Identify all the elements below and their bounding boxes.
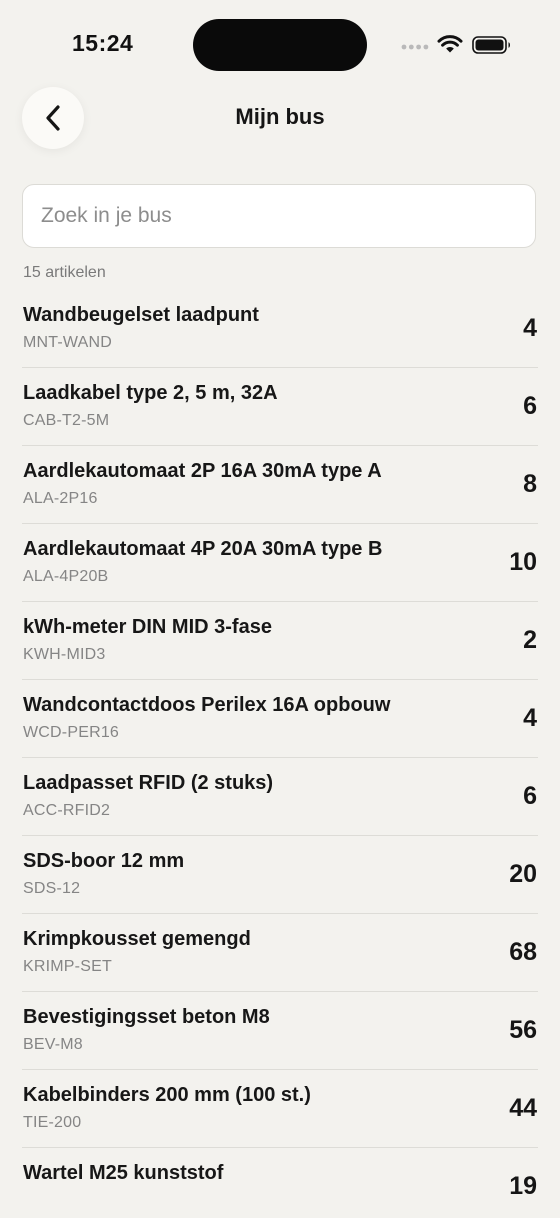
list-item[interactable]: Wandbeugelset laadpunt MNT-WAND 4 bbox=[22, 289, 538, 367]
list-item[interactable]: Laadkabel type 2, 5 m, 32A CAB-T2-5M 6 bbox=[22, 367, 538, 445]
item-count-label: 15 artikelen bbox=[23, 264, 106, 281]
item-name: Aardlekautomaat 4P 20A 30mA type B bbox=[23, 538, 383, 560]
item-sku: KWH-MID3 bbox=[23, 646, 106, 663]
item-quantity: 8 bbox=[523, 470, 537, 498]
item-name: Laadkabel type 2, 5 m, 32A bbox=[23, 382, 278, 404]
item-sku: TIE-200 bbox=[23, 1114, 82, 1131]
item-quantity: 19 bbox=[509, 1172, 537, 1200]
list-item[interactable]: Aardlekautomaat 2P 16A 30mA type A ALA-2… bbox=[22, 445, 538, 523]
item-name: Kabelbinders 200 mm (100 st.) bbox=[23, 1084, 311, 1106]
item-name: Krimpkousset gemengd bbox=[23, 928, 251, 950]
item-name: Aardlekautomaat 2P 16A 30mA type A bbox=[23, 460, 382, 482]
item-name: Wandcontactdoos Perilex 16A opbouw bbox=[23, 694, 391, 716]
cellular-signal-icon bbox=[401, 44, 429, 50]
dynamic-island bbox=[193, 19, 367, 71]
item-sku: SDS-12 bbox=[23, 880, 81, 897]
list-item[interactable]: Krimpkousset gemengd KRIMP-SET 68 bbox=[22, 913, 538, 991]
list-item[interactable]: Kabelbinders 200 mm (100 st.) TIE-200 44 bbox=[22, 1069, 538, 1147]
item-quantity: 44 bbox=[509, 1094, 537, 1122]
list-item[interactable]: kWh-meter DIN MID 3-fase KWH-MID3 2 bbox=[22, 601, 538, 679]
item-name: Wartel M25 kunststof bbox=[23, 1162, 224, 1184]
list-item[interactable]: Bevestigingsset beton M8 BEV-M8 56 bbox=[22, 991, 538, 1069]
screen: 15:24 Mijn bus 15 artikelen Wandbeugelse… bbox=[0, 0, 560, 1218]
battery-icon bbox=[472, 36, 510, 54]
status-time: 15:24 bbox=[72, 30, 134, 56]
status-bar: 15:24 bbox=[0, 0, 560, 90]
list-item[interactable]: Wandcontactdoos Perilex 16A opbouw WCD-P… bbox=[22, 679, 538, 757]
item-sku: BEV-M8 bbox=[23, 1036, 83, 1053]
item-sku: MNT-WAND bbox=[23, 334, 112, 351]
item-name: Wandbeugelset laadpunt bbox=[23, 304, 259, 326]
page-title: Mijn bus bbox=[235, 104, 325, 129]
item-quantity: 20 bbox=[509, 860, 537, 888]
item-name: Laadpasset RFID (2 stuks) bbox=[23, 772, 274, 794]
item-quantity: 10 bbox=[509, 548, 537, 576]
item-quantity: 6 bbox=[523, 782, 537, 810]
item-quantity: 4 bbox=[523, 314, 537, 342]
item-name: kWh-meter DIN MID 3-fase bbox=[23, 616, 272, 638]
item-quantity: 68 bbox=[509, 938, 537, 966]
item-sku: CAB-T2-5M bbox=[23, 412, 110, 429]
list-item[interactable]: Laadpasset RFID (2 stuks) ACC-RFID2 6 bbox=[22, 757, 538, 835]
item-name: SDS-boor 12 mm bbox=[23, 850, 185, 872]
item-sku: KRIMP-SET bbox=[23, 958, 112, 975]
item-sku: WCD-PER16 bbox=[23, 724, 120, 741]
item-quantity: 4 bbox=[523, 704, 537, 732]
inventory-list: Wandbeugelset laadpunt MNT-WAND 4 Laadka… bbox=[0, 289, 560, 1218]
search-input[interactable] bbox=[22, 184, 536, 248]
item-quantity: 2 bbox=[523, 626, 537, 654]
list-item[interactable]: Aardlekautomaat 4P 20A 30mA type B ALA-4… bbox=[22, 523, 538, 601]
list-item[interactable]: SDS-boor 12 mm SDS-12 20 bbox=[22, 835, 538, 913]
item-sku: ALA-4P20B bbox=[23, 568, 109, 585]
item-sku: ACC-RFID2 bbox=[23, 802, 111, 819]
item-quantity: 6 bbox=[523, 392, 537, 420]
item-quantity: 56 bbox=[509, 1016, 537, 1044]
list-item[interactable]: Wartel M25 kunststof 19 bbox=[22, 1147, 538, 1218]
wifi-icon bbox=[437, 35, 463, 53]
item-name: Bevestigingsset beton M8 bbox=[23, 1006, 270, 1028]
item-sku: ALA-2P16 bbox=[23, 490, 98, 507]
